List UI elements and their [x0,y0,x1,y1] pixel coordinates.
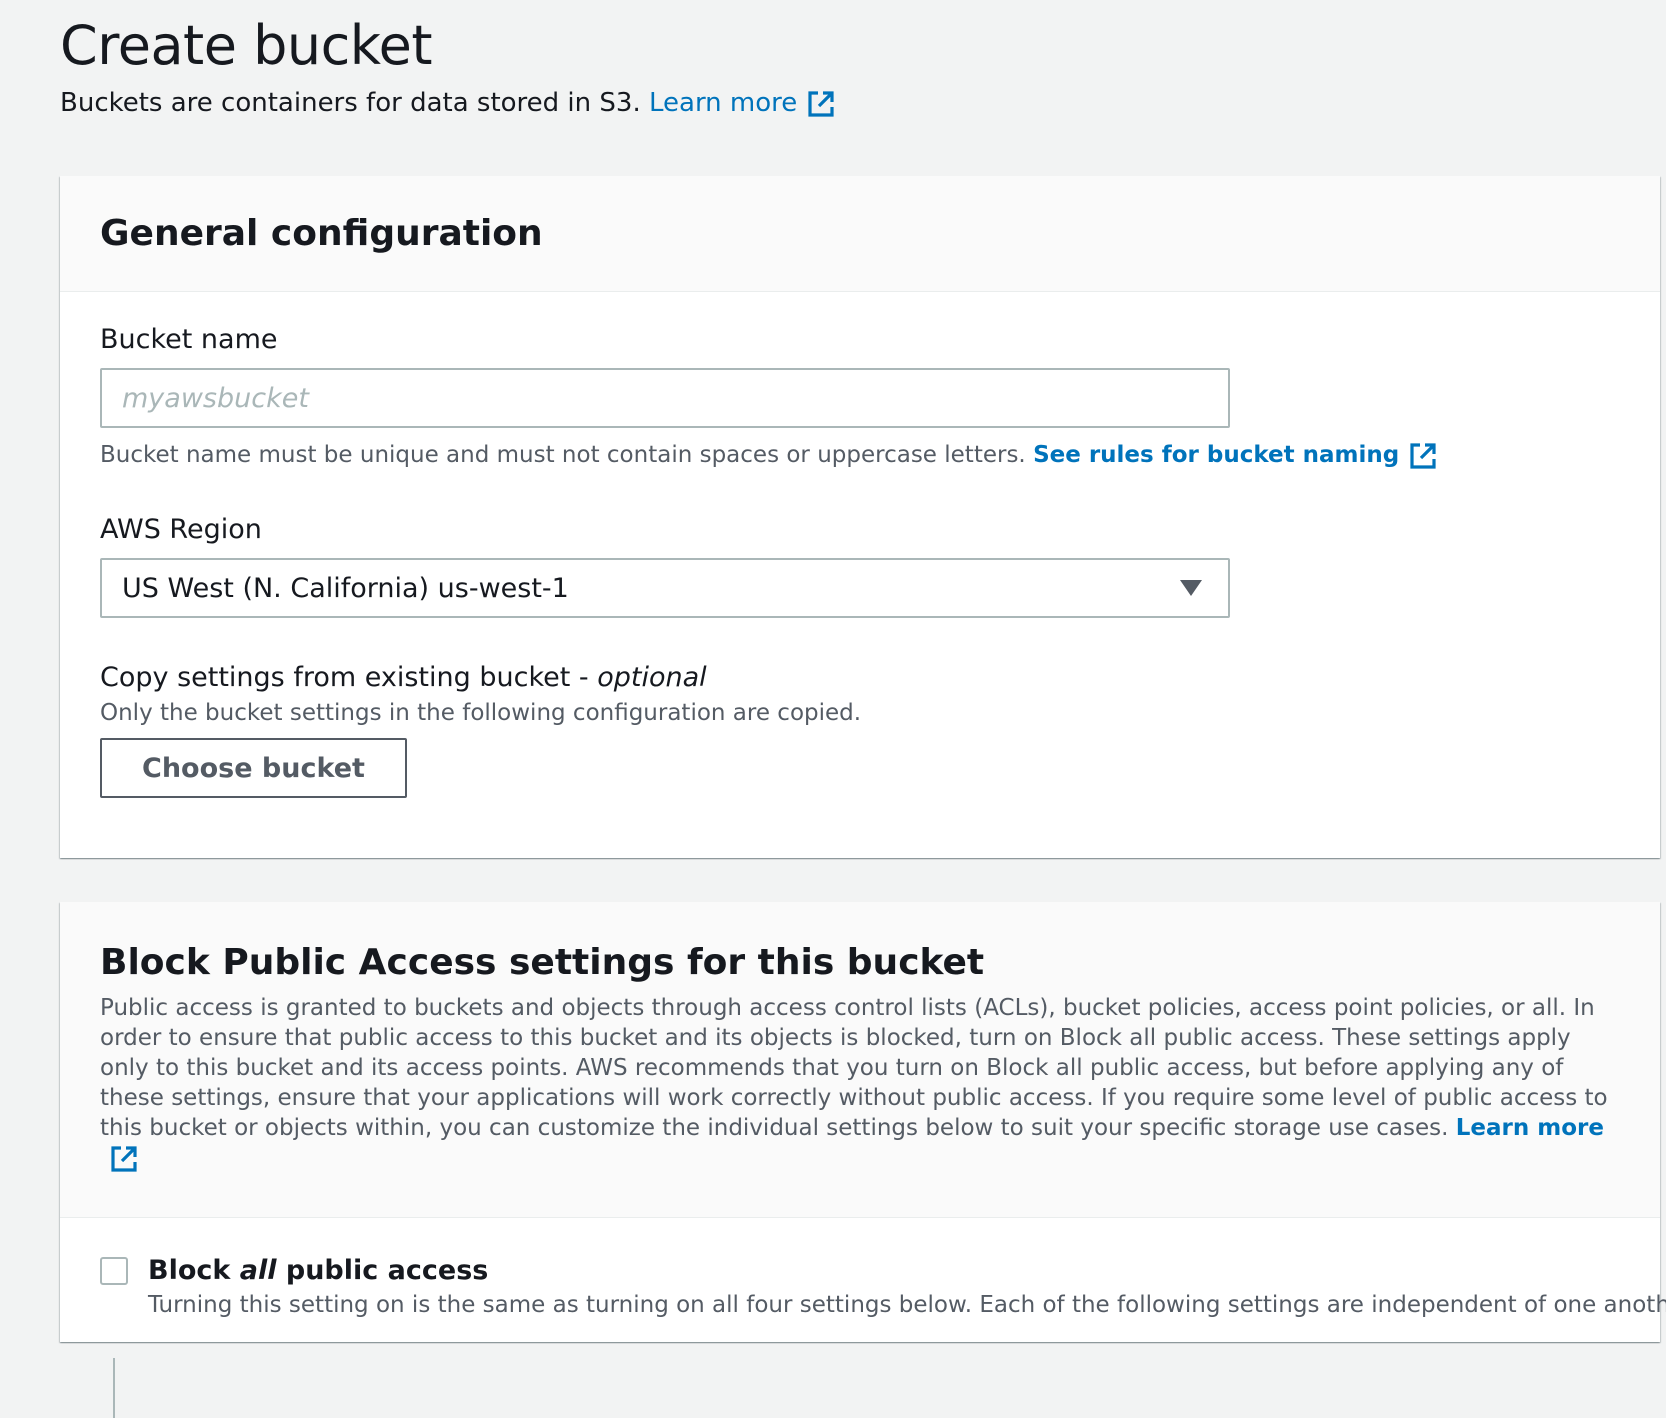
block-all-public-access-row: Block all public access Turning this set… [100,1254,1666,1320]
page-title: Create bucket [60,14,433,77]
copy-settings-label-text: Copy settings from existing bucket - [100,662,598,693]
external-link-icon [808,90,834,117]
learn-more-label: Learn more [648,88,798,118]
bucket-name-input[interactable] [100,368,1230,428]
external-link-icon [1410,442,1436,469]
bucket-name-hint-text: Bucket name must be unique and must not … [100,442,1026,468]
block-all-public-access-label: Block all public access [148,1254,1666,1288]
caret-down-icon [1180,580,1202,596]
block-all-public-access-text: Block all public access Turning this set… [148,1254,1666,1320]
aws-region-selected-value: US West (N. California) us-west-1 [122,572,569,604]
bucket-naming-rules-link[interactable]: See rules for bucket naming [1033,442,1437,469]
external-link-icon [111,1145,137,1172]
block-public-access-body: Block all public access Turning this set… [60,1254,1666,1418]
block-public-access-description-text: Public access is granted to buckets and … [100,995,1608,1141]
bucket-naming-rules-label: See rules for bucket naming [1033,442,1400,468]
block-public-access-learn-more-label: Learn more [1455,1115,1604,1141]
optional-tag: optional [597,662,707,693]
block-all-label-post: public access [276,1255,489,1286]
general-configuration-body: Bucket name Bucket name must be unique a… [60,322,1660,798]
page-description: Buckets are containers for data stored i… [60,86,835,120]
block-all-label-pre: Block [148,1255,240,1286]
block-all-public-access-hint: Turning this setting on is the same as t… [148,1292,1666,1318]
general-configuration-header: General configuration [60,176,1660,292]
block-public-access-header: Block Public Access settings for this bu… [60,902,1660,1218]
general-configuration-panel: General configuration Bucket name Bucket… [60,176,1660,858]
block-public-access-description: Public access is granted to buckets and … [100,993,1620,1173]
block-public-access-title: Block Public Access settings for this bu… [100,942,985,983]
block-public-access-panel: Block Public Access settings for this bu… [60,902,1666,1418]
copy-settings-label: Copy settings from existing bucket - opt… [100,660,1620,696]
aws-region-label: AWS Region [100,514,262,545]
block-all-label-em: all [239,1255,277,1286]
settings-tree-line [113,1358,115,1418]
aws-region-select[interactable]: US West (N. California) us-west-1 [100,558,1230,618]
choose-bucket-button[interactable]: Choose bucket [100,738,407,798]
block-all-public-access-checkbox[interactable] [100,1257,128,1285]
page-header: Create bucket Buckets are containers for… [60,10,835,120]
page-description-text: Buckets are containers for data stored i… [60,88,641,118]
learn-more-link[interactable]: Learn more [649,88,835,118]
general-configuration-title: General configuration [100,213,543,254]
bucket-name-label: Bucket name [100,324,278,355]
bucket-name-hint: Bucket name must be unique and must not … [100,440,1620,470]
copy-settings-hint: Only the bucket settings in the followin… [100,700,862,726]
